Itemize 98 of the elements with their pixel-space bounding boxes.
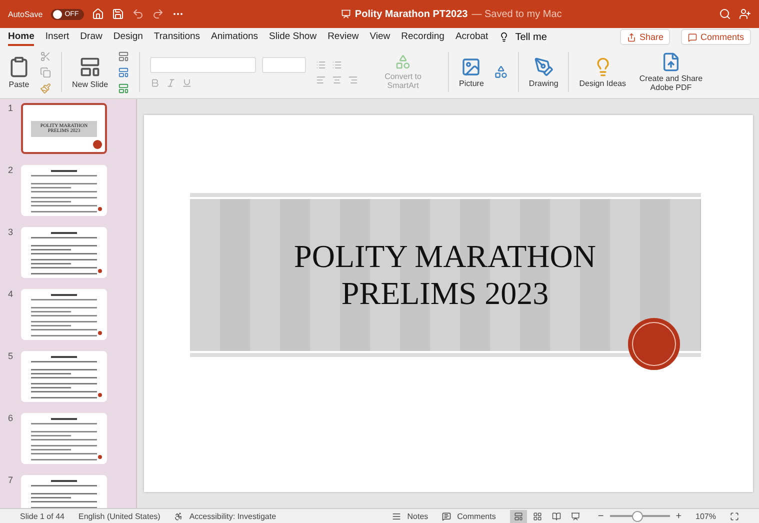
underline-icon[interactable] — [182, 78, 192, 88]
comment-icon — [688, 32, 698, 42]
circle-icon — [98, 269, 102, 273]
align-right-icon[interactable] — [348, 74, 358, 84]
format-painter-icon[interactable] — [40, 82, 51, 94]
file-upload-icon — [660, 52, 681, 72]
redo-icon[interactable] — [152, 8, 164, 20]
slide-subtitle: PRELIMS 2023 — [341, 274, 549, 312]
ribbon-tab[interactable]: View — [370, 28, 390, 46]
undo-icon[interactable] — [132, 8, 144, 20]
share-icon — [627, 32, 636, 42]
tell-me-field[interactable]: Tell me — [515, 32, 547, 42]
bullets-icon[interactable] — [316, 60, 326, 70]
ribbon-tab[interactable]: Transitions — [154, 28, 200, 46]
slide-thumbnail-text-drawing — [29, 354, 100, 398]
presentation-icon — [570, 512, 580, 520]
align-left-icon[interactable] — [316, 74, 326, 84]
ribbon-tab[interactable]: Review — [328, 28, 359, 46]
slide-thumbnail-text-drawing — [29, 230, 100, 274]
ribbon-tab[interactable]: Slide Show — [269, 28, 317, 46]
search-icon[interactable] — [719, 8, 731, 20]
ribbon-tab[interactable]: Draw — [80, 28, 102, 46]
ribbon-tab[interactable]: Design — [113, 28, 143, 46]
slide-thumbnail[interactable] — [21, 351, 108, 402]
slide-thumbnail[interactable] — [21, 165, 108, 216]
circle-icon — [98, 207, 102, 211]
grid-icon — [532, 512, 542, 520]
zoom-thumb[interactable] — [632, 510, 643, 522]
cut-icon[interactable] — [40, 50, 51, 62]
slide-count: Slide 1 of 44 — [20, 512, 64, 520]
circle-icon — [93, 140, 102, 149]
save-icon[interactable] — [112, 8, 124, 20]
layout-icon[interactable] — [118, 50, 130, 62]
slide-layout-icon — [79, 56, 101, 78]
align-center-icon[interactable] — [332, 74, 342, 84]
paste-button[interactable]: Paste — [8, 56, 30, 88]
slide-number: 2 — [8, 165, 14, 177]
circle-icon — [98, 393, 102, 397]
drawing-button[interactable]: Drawing — [528, 56, 558, 88]
slide-thumbnail-text-drawing — [29, 292, 100, 336]
comments-icon — [442, 512, 452, 520]
comments-status-button[interactable]: Comments — [457, 512, 496, 520]
slide-thumbnail[interactable] — [21, 413, 108, 464]
slide-number: 4 — [8, 289, 14, 301]
accessibility-status[interactable]: Accessibility: Investigate — [189, 512, 276, 520]
font-size-field[interactable] — [262, 56, 306, 72]
clipboard-icon — [8, 56, 30, 78]
shapes-icon — [395, 54, 412, 70]
pen-icon — [534, 56, 554, 76]
slide-thumbnail-text-drawing — [29, 416, 100, 460]
slide-number: 5 — [8, 351, 14, 363]
notes-icon — [392, 512, 402, 520]
slide-number: 6 — [8, 413, 14, 425]
shapes-icon[interactable] — [494, 65, 508, 79]
numbering-icon[interactable] — [332, 60, 342, 70]
language-status[interactable]: English (United States) — [78, 512, 160, 520]
zoom-out-button[interactable]: − — [598, 510, 604, 522]
normal-view-button[interactable] — [510, 510, 527, 522]
ribbon-tab[interactable]: Acrobat — [455, 28, 488, 46]
image-icon — [461, 56, 482, 76]
document-title: Polity Marathon PT2023 — [354, 8, 468, 20]
share-button[interactable]: Share — [620, 29, 670, 45]
font-name-field[interactable] — [150, 56, 256, 72]
picture-button[interactable]: Picture — [459, 56, 484, 88]
bold-icon[interactable] — [150, 78, 160, 88]
zoom-in-button[interactable]: + — [676, 510, 682, 522]
accessibility-icon — [174, 512, 184, 520]
ribbon-tab[interactable]: Animations — [211, 28, 258, 46]
italic-icon[interactable] — [166, 78, 176, 88]
comments-button[interactable]: Comments — [681, 29, 751, 45]
reset-icon[interactable] — [118, 66, 130, 78]
book-icon — [552, 512, 561, 520]
slide-thumbnail[interactable] — [21, 289, 108, 340]
slide-number: 3 — [8, 227, 14, 239]
circle-icon — [98, 455, 102, 459]
presentation-icon — [340, 9, 351, 19]
notes-button[interactable]: Notes — [407, 512, 428, 520]
slide-number: 7 — [8, 475, 14, 487]
normal-view-icon — [514, 512, 523, 520]
slide-thumbnail[interactable] — [21, 227, 108, 278]
slide-title: POLITY MARATHON — [294, 238, 596, 274]
autosave-label: AutoSave — [8, 10, 43, 18]
slide-thumbnail-text-drawing — [29, 168, 100, 212]
ribbon-tab[interactable]: Recording — [401, 28, 444, 46]
adobe-pdf-button[interactable]: Create and Share Adobe PDF — [636, 52, 706, 92]
copy-icon[interactable] — [40, 66, 51, 78]
new-slide-button[interactable]: New Slide — [72, 56, 108, 88]
design-ideas-button[interactable]: Design Ideas — [579, 56, 626, 88]
saved-status: — Saved to my Mac — [472, 8, 562, 20]
circle-icon — [98, 331, 102, 335]
slide-number: 1 — [8, 103, 14, 115]
share-people-icon[interactable] — [739, 8, 751, 20]
home-icon[interactable] — [92, 8, 104, 20]
ribbon-tab[interactable]: Insert — [45, 28, 70, 46]
fit-icon[interactable] — [730, 512, 739, 520]
zoom-percent: 107% — [696, 512, 716, 520]
lightbulb-icon — [499, 32, 510, 42]
section-icon[interactable] — [118, 82, 130, 94]
